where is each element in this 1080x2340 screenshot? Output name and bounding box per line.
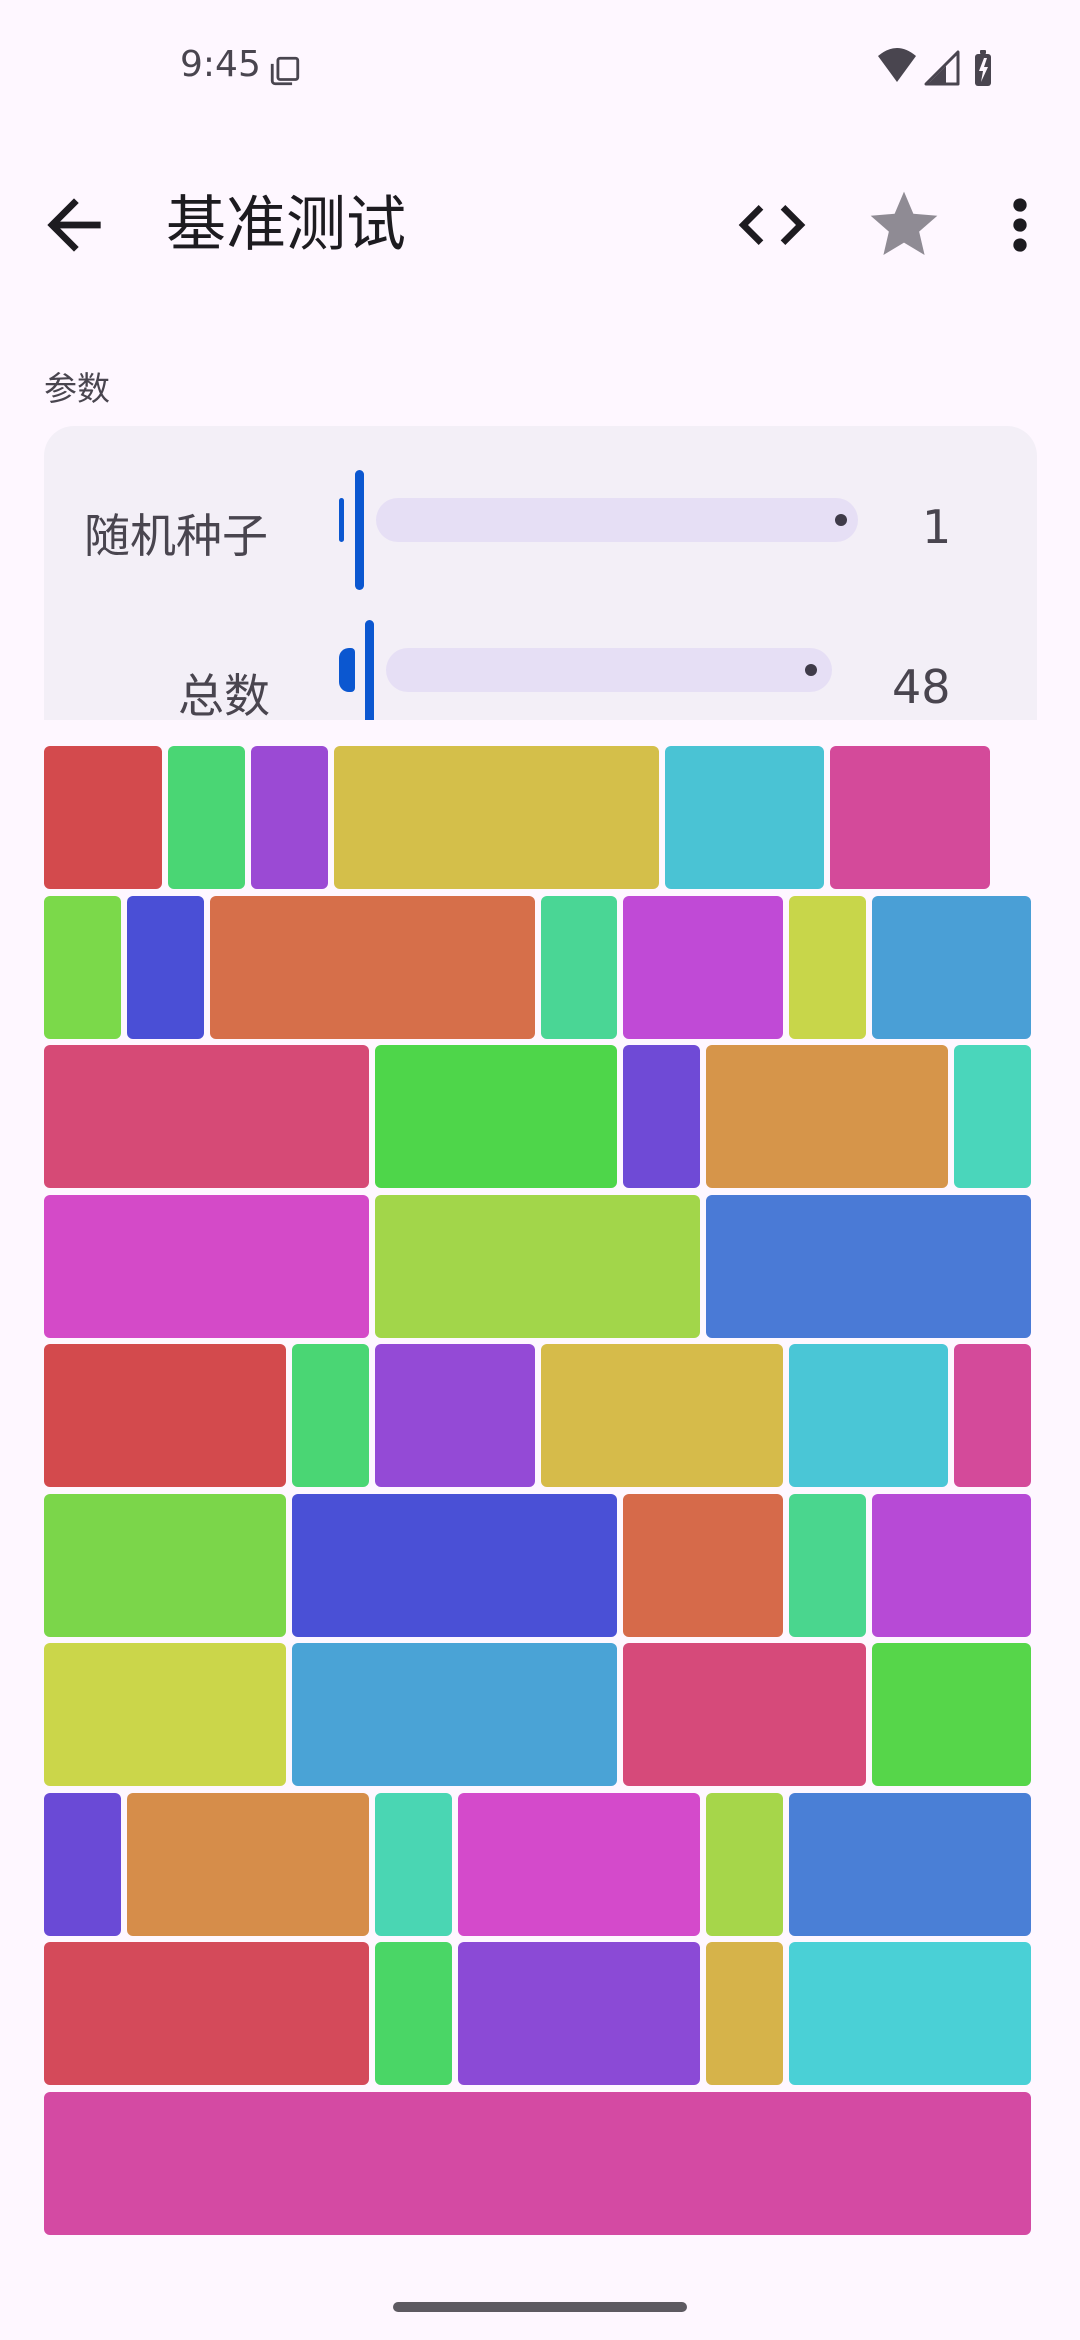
tile xyxy=(706,1194,1031,1338)
favorite-button[interactable] xyxy=(864,185,944,265)
seed-label: 随机种子 xyxy=(84,509,268,563)
params-section-label: 参数 xyxy=(44,369,110,408)
tile xyxy=(375,1792,452,1936)
tile xyxy=(788,895,866,1039)
tile xyxy=(540,895,618,1039)
tile xyxy=(540,1344,783,1487)
tile xyxy=(44,1344,287,1487)
tile xyxy=(44,746,163,889)
slider-stop-indicator xyxy=(835,514,847,526)
tile xyxy=(954,1344,1031,1487)
param-row-seed: 随机种子 1 xyxy=(44,470,1037,590)
tile xyxy=(664,746,825,889)
total-label: 总数 xyxy=(178,669,270,720)
battery-charging-icon xyxy=(975,50,991,86)
star-icon xyxy=(870,191,938,255)
status-bar: 9:45 xyxy=(0,0,1080,140)
tile xyxy=(44,1942,369,2085)
page-title: 基准测试 xyxy=(166,190,406,260)
slider-thumb[interactable] xyxy=(365,620,374,720)
tile xyxy=(375,1045,618,1188)
tile xyxy=(706,1045,949,1188)
tile xyxy=(44,1493,287,1637)
tile xyxy=(126,1792,369,1936)
slider-active-track xyxy=(339,498,344,542)
status-time: 9:45 xyxy=(180,44,261,85)
tile xyxy=(457,1942,700,2085)
tile xyxy=(292,1493,618,1637)
tile xyxy=(623,1045,700,1188)
tile xyxy=(830,746,990,889)
notification-copy-icon xyxy=(268,54,302,88)
tile xyxy=(623,1643,866,1786)
tile xyxy=(457,1792,700,1936)
tile xyxy=(871,895,1031,1039)
tile xyxy=(44,2091,1031,2235)
tile xyxy=(871,1493,1031,1637)
code-icon xyxy=(738,205,806,245)
tile xyxy=(44,1792,121,1936)
tile xyxy=(623,895,783,1039)
tile-row xyxy=(44,1344,1037,1487)
tile xyxy=(44,1194,369,1338)
tile xyxy=(954,1045,1031,1188)
tile xyxy=(788,1344,949,1487)
tile xyxy=(44,1045,369,1188)
top-app-bar: 基准测试 xyxy=(0,160,1080,290)
params-card: 随机种子 1 总数 48 xyxy=(44,426,1037,720)
tile-row xyxy=(44,2091,1037,2235)
home-indicator[interactable] xyxy=(393,2302,687,2312)
total-value: 48 xyxy=(892,660,951,714)
benchmark-tile-grid xyxy=(44,746,1037,2235)
tile xyxy=(871,1643,1031,1786)
slider-active-track xyxy=(339,648,355,692)
tile xyxy=(375,1942,452,2085)
tile xyxy=(375,1194,700,1338)
seed-value: 1 xyxy=(922,500,952,554)
slider-thumb[interactable] xyxy=(355,470,364,590)
tile xyxy=(706,1942,783,2085)
slider-stop-indicator xyxy=(805,664,817,676)
arrow-back-icon xyxy=(47,198,101,252)
tile xyxy=(209,895,535,1039)
status-icons xyxy=(876,46,1006,90)
slider-inactive-track xyxy=(386,648,832,692)
tile xyxy=(292,1344,369,1487)
back-button[interactable] xyxy=(34,185,114,265)
slider-inactive-track xyxy=(376,498,858,542)
cellular-icon xyxy=(924,50,960,86)
tile xyxy=(44,895,121,1039)
tile-row xyxy=(44,1942,1037,2085)
tile xyxy=(168,746,245,889)
tile xyxy=(623,1493,783,1637)
tile xyxy=(706,1792,783,1936)
tile xyxy=(292,1643,618,1786)
tile-row xyxy=(44,1792,1037,1936)
more-options-button[interactable] xyxy=(980,185,1060,265)
tile xyxy=(788,1493,866,1637)
tile-row xyxy=(44,1493,1037,1637)
tile-row xyxy=(44,895,1037,1039)
tile xyxy=(333,746,659,889)
wifi-icon xyxy=(878,48,916,82)
tile-row xyxy=(44,1643,1037,1786)
tile xyxy=(788,1942,1031,2085)
code-button[interactable] xyxy=(732,185,812,265)
tile xyxy=(250,746,328,889)
tile xyxy=(375,1344,535,1487)
param-row-total: 总数 48 xyxy=(44,620,1037,720)
more-vert-icon xyxy=(1013,198,1027,252)
tile-row xyxy=(44,1194,1037,1338)
tile-row xyxy=(44,746,1037,889)
tile xyxy=(788,1792,1031,1936)
tile-row xyxy=(44,1045,1037,1188)
tile xyxy=(126,895,204,1039)
tile xyxy=(44,1643,287,1786)
